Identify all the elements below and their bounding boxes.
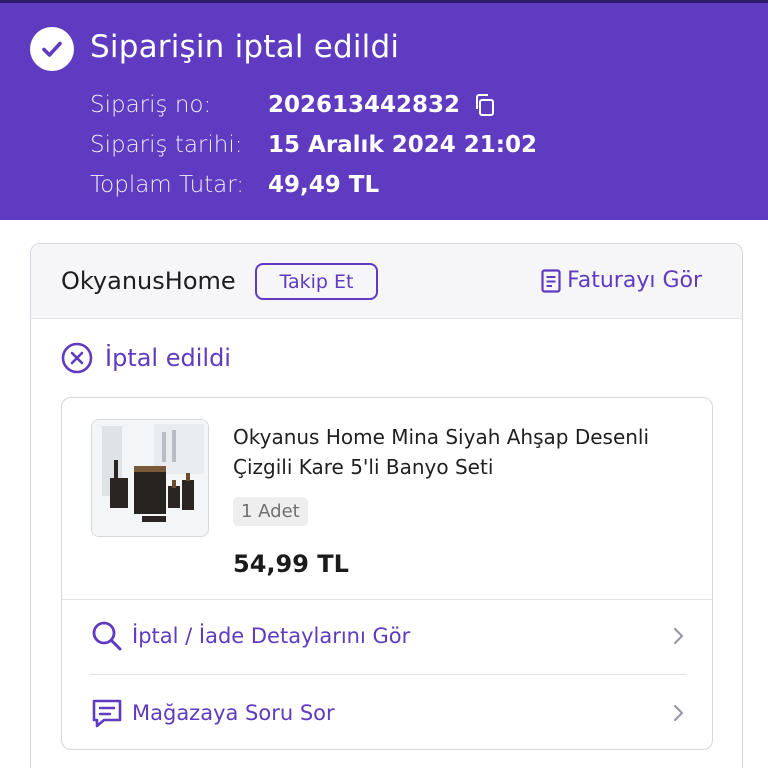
total-row: Toplam Tutar: 49,49 TL [90,172,379,198]
order-no-label: Sipariş no: [90,92,212,118]
divider [62,599,712,600]
chevron-right-icon [672,703,686,723]
product-image[interactable] [91,419,209,537]
cancel-circle-icon [61,342,93,374]
store-name[interactable]: OkyanusHome [61,267,236,295]
status-label: İptal edildi [105,344,231,372]
follow-button[interactable]: Takip Et [255,263,378,300]
invoice-link[interactable]: Faturayı Gör [541,268,702,293]
order-date-label: Sipariş tarihi: [90,132,243,158]
total-label: Toplam Tutar: [90,172,245,198]
ask-store-link[interactable]: Mağazaya Soru Sor [90,690,686,736]
chevron-right-icon [672,626,686,646]
product-price: 54,99 TL [233,550,349,578]
chat-icon [90,696,124,730]
check-circle-icon [30,27,74,71]
copy-icon[interactable] [472,92,498,118]
cancel-details-link[interactable]: İptal / İade Detaylarını Gör [90,613,686,659]
page-title: Siparişin iptal edildi [90,29,400,65]
product-card: Okyanus Home Mina Siyah Ahşap Desenli Çi… [61,397,713,750]
order-card: OkyanusHome Takip Et Faturayı Gör İptal … [30,243,743,768]
quantity-badge: 1 Adet [233,497,308,526]
divider [90,674,686,675]
ask-store-label: Mağazaya Soru Sor [132,701,335,725]
invoice-label: Faturayı Gör [567,268,702,293]
product-name[interactable]: Okyanus Home Mina Siyah Ahşap Desenli Çi… [233,422,693,482]
search-icon [90,619,124,653]
order-date-row: Sipariş tarihi: 15 Aralık 2024 21:02 [90,132,537,158]
order-date-value: 15 Aralık 2024 21:02 [268,132,537,158]
document-icon [541,268,561,293]
cancel-details-label: İptal / İade Detaylarını Gör [132,624,411,648]
order-status: İptal edildi [61,342,231,374]
total-value: 49,49 TL [268,172,380,198]
order-header: Siparişin iptal edildi Sipariş no: 20261… [0,0,768,220]
order-no-value: 202613442832 [268,92,461,118]
order-no-row: Sipariş no: 202613442832 [90,92,498,118]
store-header: OkyanusHome Takip Et Faturayı Gör [31,244,742,319]
